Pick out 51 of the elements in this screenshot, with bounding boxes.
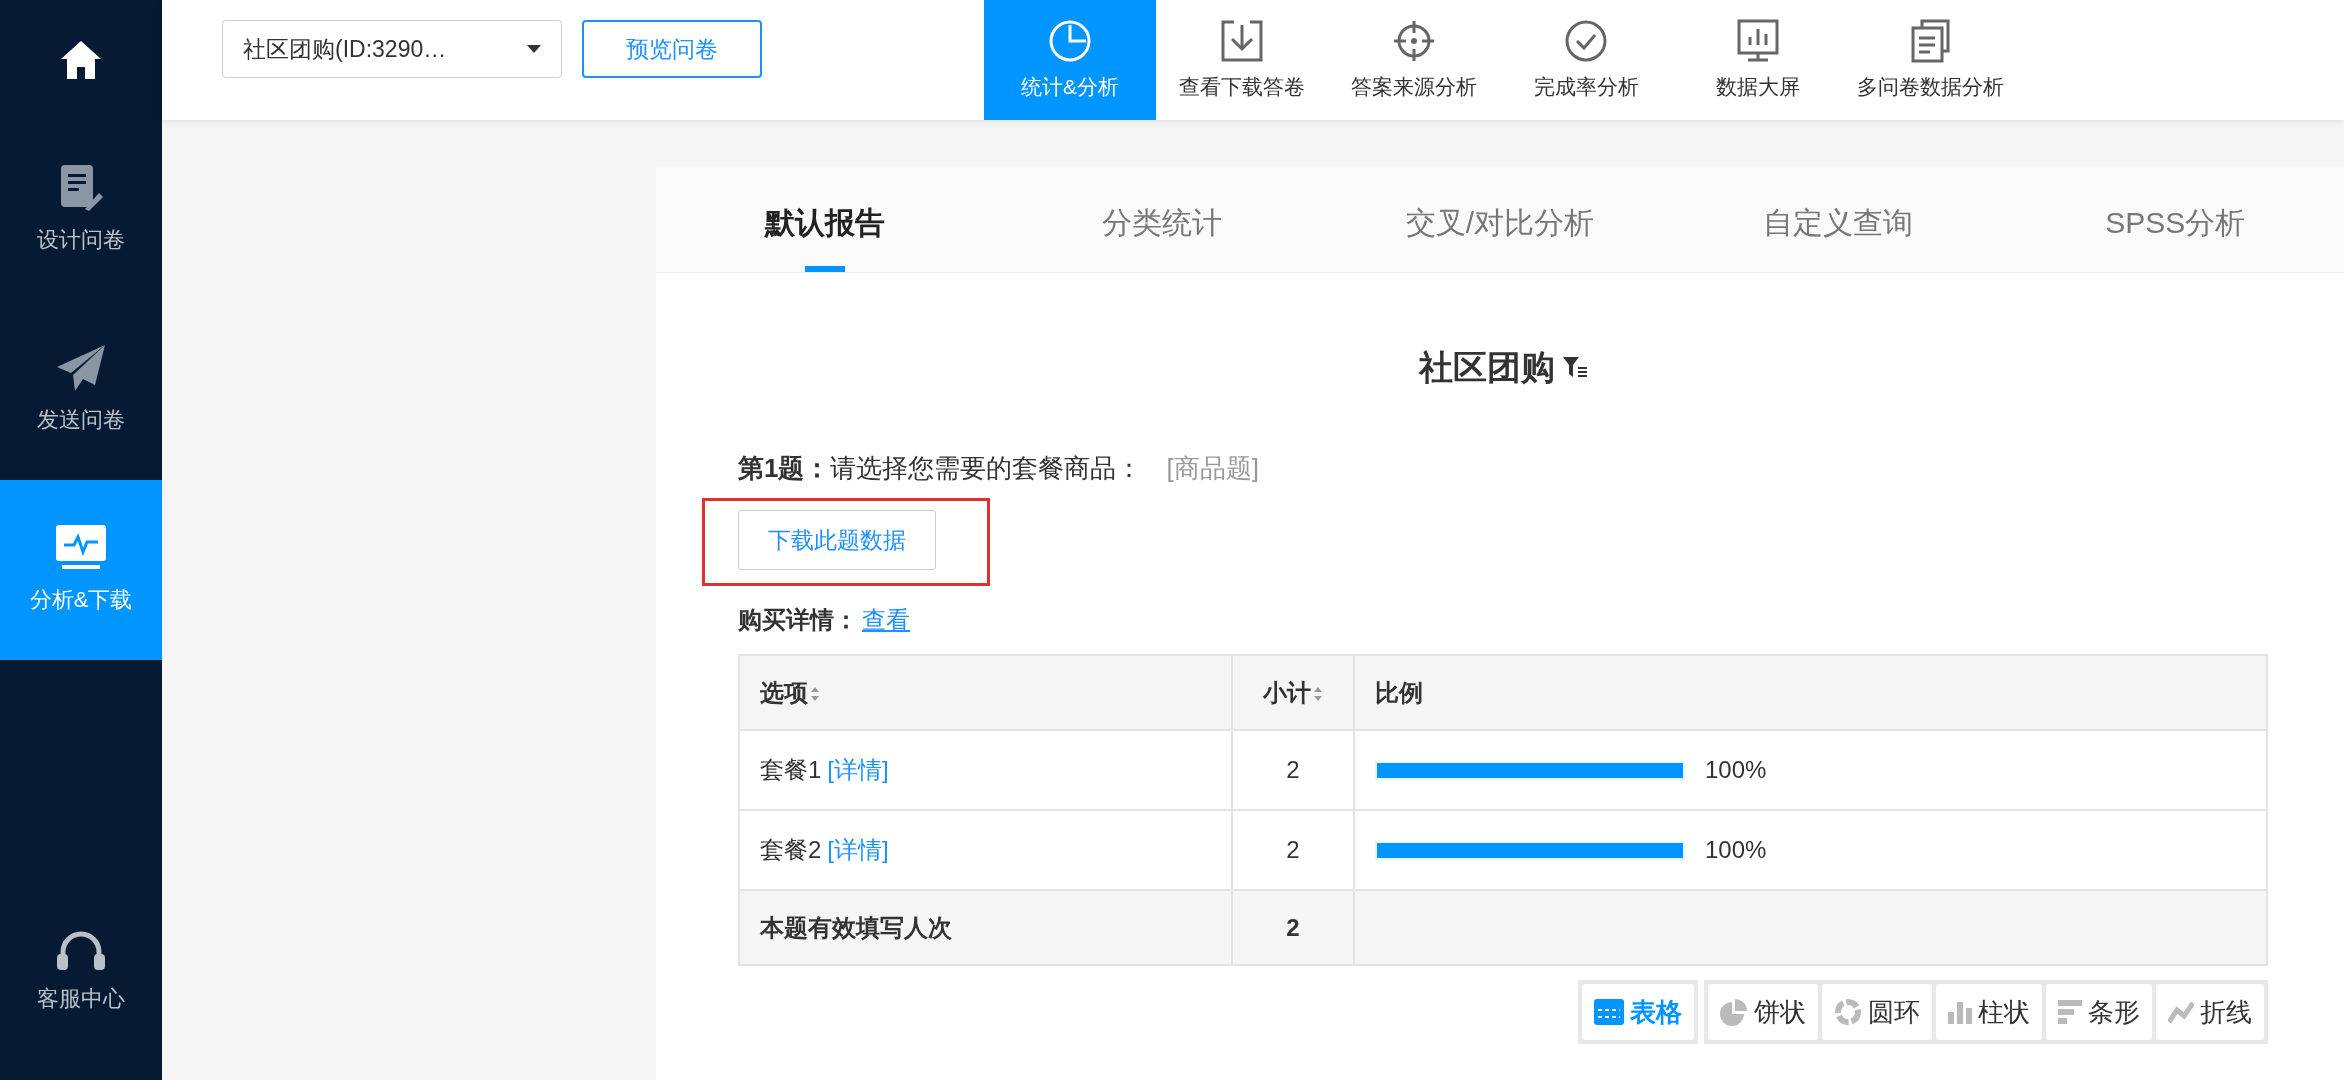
crosshair-icon xyxy=(1392,19,1436,63)
column-header: 比例 xyxy=(1353,655,2267,730)
headset-icon xyxy=(57,930,105,970)
purchase-details-label: 购买详情： xyxy=(738,605,858,635)
check-circle-icon xyxy=(1564,19,1608,63)
nav-tab[interactable]: 查看下载答卷 xyxy=(1156,0,1328,120)
report-tab[interactable]: 自定义查询 xyxy=(1668,167,2007,272)
option-name: 套餐2 xyxy=(760,836,822,863)
nav-tab[interactable]: 完成率分析 xyxy=(1500,0,1672,120)
filter-icon[interactable] xyxy=(1563,357,1587,379)
monitor-chart-icon xyxy=(1736,19,1780,63)
sidebar-item[interactable]: 设计问卷 xyxy=(0,120,162,300)
paper-plane-icon xyxy=(57,345,105,391)
nav-tab[interactable]: 数据大屏 xyxy=(1672,0,1844,120)
column-header[interactable]: 选项 xyxy=(739,655,1232,730)
sort-icon xyxy=(1312,686,1323,703)
option-name: 套餐1 xyxy=(760,756,822,783)
download-tray-icon xyxy=(1220,19,1264,63)
survey-dropdown[interactable]: 社区团购(ID:3290… xyxy=(222,20,562,78)
report-title: 社区团购 xyxy=(1419,347,1555,388)
view-toggle[interactable]: 圆环 xyxy=(1822,984,1932,1040)
line-chart-icon xyxy=(2168,1000,2194,1024)
sidebar-item[interactable]: 发送问卷 xyxy=(0,300,162,480)
nav-tab[interactable]: 多问卷数据分析 xyxy=(1844,0,2016,120)
report-tab[interactable]: 交叉/对比分析 xyxy=(1331,167,1669,272)
sidebar-item[interactable]: 客服中心 xyxy=(0,930,162,1080)
ring-chart-icon xyxy=(1834,998,1862,1026)
column-chart-icon xyxy=(1948,1000,1972,1024)
home-icon[interactable] xyxy=(61,41,101,79)
view-toggle[interactable]: 柱状 xyxy=(1936,984,2042,1040)
percent-text: 100% xyxy=(1704,756,1767,784)
view-toggle[interactable]: 条形 xyxy=(2046,984,2152,1040)
bar-chart-icon xyxy=(2058,1000,2082,1024)
nav-tab[interactable]: 答案来源分析 xyxy=(1328,0,1500,120)
view-toggle[interactable]: 折线 xyxy=(2156,984,2264,1040)
percent-text: 100% xyxy=(1704,836,1767,864)
question-text: 第1题：请选择您需要的套餐商品： xyxy=(738,452,1143,485)
total-count-cell: 2 xyxy=(1231,890,1354,965)
document-pencil-icon xyxy=(59,165,103,211)
total-label-cell: 本题有效填写人次 xyxy=(739,890,1232,965)
sort-icon xyxy=(810,686,820,703)
caret-icon xyxy=(527,45,541,53)
view-toggle[interactable]: 饼状 xyxy=(1708,984,1818,1040)
question-type: [商品题] xyxy=(1166,452,1259,485)
table-grid-icon xyxy=(1594,999,1624,1025)
report-tab[interactable]: 默认报告 xyxy=(656,167,994,272)
report-tab[interactable]: SPSS分析 xyxy=(2006,167,2344,272)
count-cell: 2 xyxy=(1231,730,1354,810)
report-tab[interactable]: 分类统计 xyxy=(993,167,1332,272)
monitor-pulse-icon xyxy=(56,525,106,571)
column-header[interactable]: 小计 xyxy=(1231,655,1354,730)
